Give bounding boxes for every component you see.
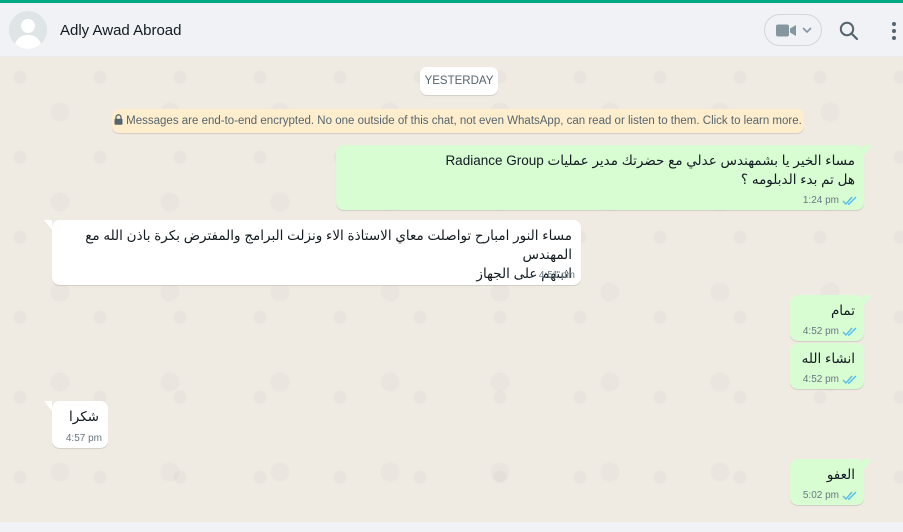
message-time: 4:52 pm [802, 326, 839, 337]
outgoing-message[interactable]: انشاء الله 4:52 pm [790, 343, 864, 389]
message-meta: 4:51 pm [539, 270, 575, 281]
message-text: مساء الخير يا بشمهندس عدلي مع حضرتك مدير… [445, 153, 855, 187]
outgoing-message[interactable]: تمام 4:52 pm [790, 295, 872, 341]
double-check-icon [842, 327, 857, 337]
message-time: 1:24 pm [802, 195, 839, 206]
search-icon [839, 21, 859, 41]
composer-strip [0, 522, 903, 532]
message-meta: 5:02 pm [803, 490, 858, 501]
bubble-tail [44, 220, 52, 230]
menu-button[interactable] [884, 19, 903, 43]
bubble-tail [864, 295, 872, 305]
outgoing-message[interactable]: العفو 5:02 pm [790, 459, 872, 505]
message-meta: 4:52 pm [803, 326, 858, 337]
video-camera-icon [776, 24, 796, 37]
double-check-icon [842, 375, 857, 385]
encryption-notice-text: Messages are end-to-end encrypted. No on… [126, 115, 802, 127]
message-meta: 4:57 pm [66, 433, 102, 444]
bubble-tail [44, 401, 52, 411]
incoming-message[interactable]: شكرا 4:57 pm [44, 401, 108, 448]
message-time: 4:51 pm [538, 270, 575, 281]
bubble-tail [864, 145, 872, 155]
contact-name[interactable]: Adly Awad Abroad [60, 22, 181, 39]
message-time: 5:02 pm [802, 490, 839, 501]
message-text: انشاء الله [801, 351, 855, 366]
search-button[interactable] [838, 20, 860, 42]
video-call-button[interactable] [764, 14, 822, 46]
double-check-icon [842, 196, 857, 206]
message-text: مساء النور امبارح تواصلت معاي الاستاذة ا… [85, 228, 572, 281]
date-separator: YESTERDAY [420, 67, 498, 95]
encryption-notice[interactable]: Messages are end-to-end encrypted. No on… [112, 109, 804, 133]
message-meta: 4:52 pm [803, 374, 858, 385]
message-time: 4:57 pm [65, 433, 102, 444]
contact-avatar[interactable] [9, 11, 47, 49]
message-text: العفو [826, 467, 855, 482]
chevron-down-icon [802, 27, 812, 34]
double-check-icon [842, 491, 857, 501]
message-meta: 1:24 pm [803, 195, 858, 206]
message-time: 4:52 pm [802, 374, 839, 385]
incoming-message[interactable]: مساء النور امبارح تواصلت معاي الاستاذة ا… [44, 220, 581, 285]
message-text: تمام [830, 303, 855, 318]
outgoing-message[interactable]: مساء الخير يا بشمهندس عدلي مع حضرتك مدير… [336, 145, 872, 210]
more-vertical-icon [892, 22, 896, 40]
chat-header: Adly Awad Abroad [0, 3, 903, 57]
chat-panel[interactable]: YESTERDAY Messages are end-to-end encryp… [0, 57, 903, 532]
message-text: شكرا [69, 409, 99, 424]
avatar-placeholder-icon [9, 11, 47, 49]
lock-icon [114, 114, 123, 125]
bubble-tail [864, 459, 872, 469]
